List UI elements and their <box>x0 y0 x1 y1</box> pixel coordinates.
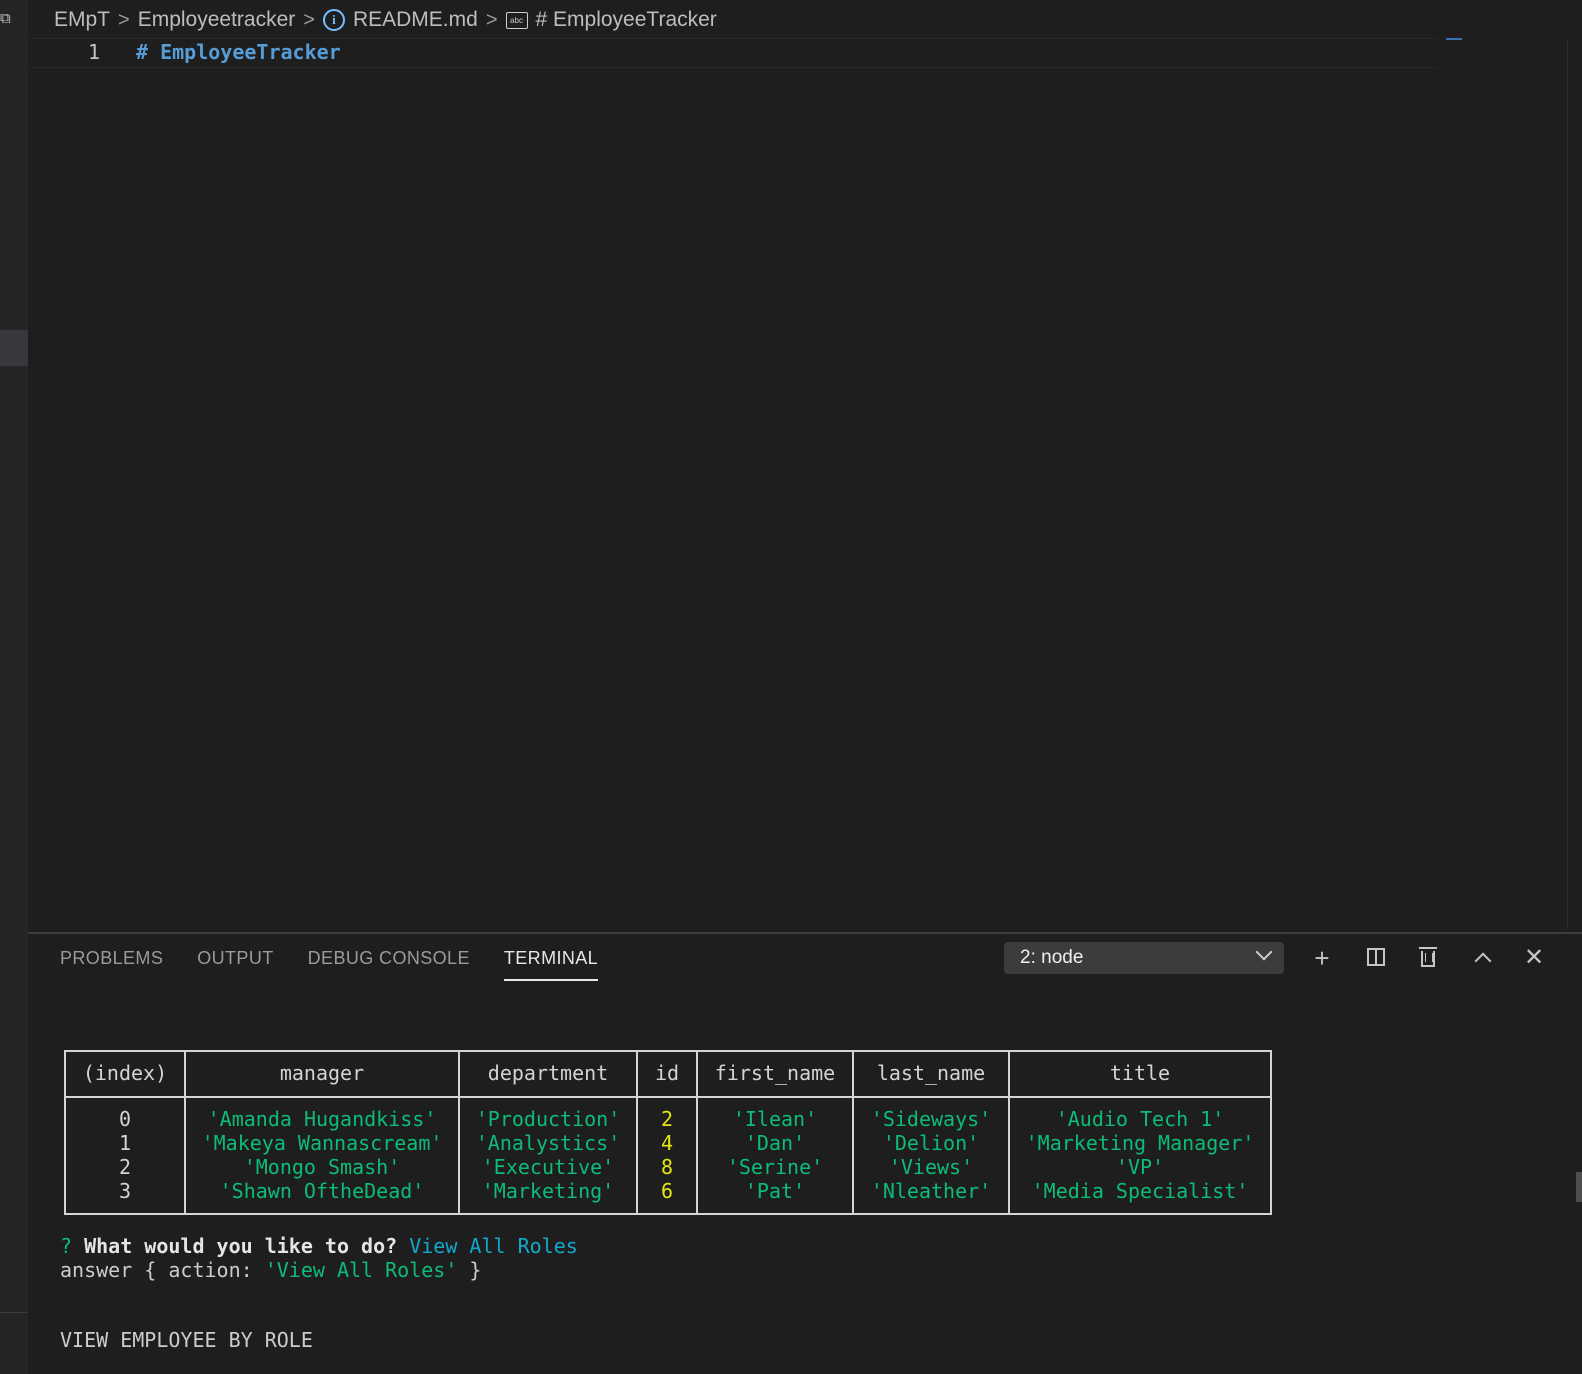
terminal-select-value: 2: node <box>1020 947 1084 968</box>
chevron-right-icon: > <box>303 8 315 31</box>
answer-value: 'View All Roles' <box>264 1258 458 1282</box>
code-line-heading[interactable]: # EmployeeTracker <box>136 40 341 64</box>
prompt-mark: ? <box>60 1234 73 1258</box>
breadcrumb-root[interactable]: EMpT <box>54 8 110 32</box>
chevron-up-icon <box>1474 952 1492 970</box>
column-header: department <box>458 1051 638 1098</box>
add-terminal-button[interactable]: + <box>1308 944 1336 972</box>
info-icon: i <box>322 9 345 31</box>
table-row: 0 'Amanda Hugandkiss' 'Production' 2 'Il… <box>64 1097 1272 1131</box>
table-cell: 4 <box>636 1131 698 1155</box>
prompt-answer: View All Roles <box>409 1234 578 1258</box>
table-cell: 'Delion' <box>852 1131 1010 1155</box>
plus-icon: + <box>1314 943 1330 973</box>
table-cell: 1 <box>64 1131 186 1155</box>
table-cell: 'Views' <box>852 1155 1010 1179</box>
table-cell: 'Serine' <box>696 1155 854 1179</box>
kill-terminal-button[interactable] <box>1414 944 1442 972</box>
trash-icon <box>1419 947 1437 967</box>
console-table: (index) manager department id first_name… <box>64 1050 1272 1215</box>
table-cell: 'Mongo Smash' <box>184 1155 460 1179</box>
prompt-question: What would you like to do? <box>84 1234 398 1258</box>
split-icon <box>1367 948 1385 966</box>
breadcrumb-folder[interactable]: Employeetracker <box>138 8 296 32</box>
sidebar-scroll-marker[interactable] <box>0 330 28 366</box>
table-cell: 'Ilean' <box>696 1097 854 1131</box>
table-cell: 'Marketing' <box>458 1179 638 1214</box>
table-cell: 'Shawn OftheDead' <box>184 1179 460 1214</box>
output-heading: VIEW EMPLOYEE BY ROLE <box>60 1328 313 1352</box>
panel-tabs: PROBLEMS OUTPUT DEBUG CONSOLE TERMINAL <box>60 944 599 981</box>
tab-problems[interactable]: PROBLEMS <box>60 944 163 981</box>
column-header: title <box>1008 1051 1272 1098</box>
tab-terminal[interactable]: TERMINAL <box>503 944 599 981</box>
answer-line: answer { action: 'View All Roles' } <box>60 1258 481 1282</box>
answer-prefix: answer { action: <box>60 1258 265 1282</box>
table-cell: 'Executive' <box>458 1155 638 1179</box>
close-icon: ✕ <box>1523 944 1545 971</box>
breadcrumb-file[interactable]: README.md <box>353 8 478 32</box>
column-header: first_name <box>696 1051 854 1098</box>
copy-icon[interactable]: ⧉ <box>0 10 14 28</box>
table-cell: 8 <box>636 1155 698 1179</box>
table-cell: 'Amanda Hugandkiss' <box>184 1097 460 1131</box>
editor-area[interactable]: EMpT > Employeetracker > i README.md > a… <box>28 0 1582 932</box>
terminal-scrollbar[interactable] <box>1576 1172 1582 1202</box>
table-cell: 'Makeya Wannascream' <box>184 1131 460 1155</box>
table-row: 3 'Shawn OftheDead' 'Marketing' 6 'Pat' … <box>64 1179 1272 1214</box>
bottom-panel: PROBLEMS OUTPUT DEBUG CONSOLE TERMINAL 2… <box>28 932 1582 1374</box>
table-row: 2 'Mongo Smash' 'Executive' 8 'Serine' '… <box>64 1155 1272 1179</box>
table-cell: 2 <box>636 1097 698 1131</box>
table-cell: 'Dan' <box>696 1131 854 1155</box>
breadcrumb: EMpT > Employeetracker > i README.md > a… <box>54 6 717 34</box>
chevron-right-icon: > <box>485 8 498 31</box>
table-header-row: (index) manager department id first_name… <box>64 1051 1272 1098</box>
table-row: 1 'Makeya Wannascream' 'Analystics' 4 'D… <box>64 1131 1272 1155</box>
column-header: id <box>636 1051 698 1098</box>
chevron-down-icon <box>1255 943 1273 961</box>
table-cell: 'Audio Tech 1' <box>1008 1097 1272 1131</box>
chevron-right-icon: > <box>118 8 130 31</box>
table-cell: 0 <box>64 1097 186 1131</box>
tab-output[interactable]: OUTPUT <box>197 944 273 981</box>
table-cell: 3 <box>64 1179 186 1214</box>
prompt-line: ? What would you like to do? View All Ro… <box>60 1234 578 1258</box>
split-terminal-button[interactable] <box>1362 944 1390 972</box>
tab-debug-console[interactable]: DEBUG CONSOLE <box>308 944 470 981</box>
column-header: manager <box>184 1051 460 1098</box>
editor-scrollbar[interactable] <box>1567 40 1568 930</box>
minimap-marker[interactable] <box>1446 38 1462 40</box>
breadcrumb-symbol[interactable]: # EmployeeTracker <box>536 8 717 32</box>
table-cell: 'Sideways' <box>852 1097 1010 1131</box>
terminal-select[interactable]: 2: node <box>1004 942 1284 974</box>
table-cell: 'Production' <box>458 1097 638 1131</box>
line-number: 1 <box>87 40 100 64</box>
table-cell: 'Nleather' <box>852 1179 1010 1214</box>
table-cell: 2 <box>64 1155 186 1179</box>
table-cell: 'Analystics' <box>458 1131 638 1155</box>
table-cell: 'Marketing Manager' <box>1008 1131 1272 1155</box>
table-cell: 'Pat' <box>696 1179 854 1214</box>
table-cell: 'VP' <box>1008 1155 1272 1179</box>
string-symbol-icon: abc <box>505 11 528 29</box>
table-cell: 6 <box>636 1179 698 1214</box>
table-cell: 'Media Specialist' <box>1008 1179 1272 1214</box>
close-panel-button[interactable]: ✕ <box>1520 944 1548 972</box>
column-header: last_name <box>852 1051 1010 1098</box>
sidebar-edge: ⧉ <box>0 0 28 1374</box>
column-header: (index) <box>64 1051 186 1098</box>
answer-suffix: } <box>457 1258 482 1282</box>
sidebar-divider <box>0 1312 28 1313</box>
maximize-panel-button[interactable] <box>1468 944 1496 972</box>
